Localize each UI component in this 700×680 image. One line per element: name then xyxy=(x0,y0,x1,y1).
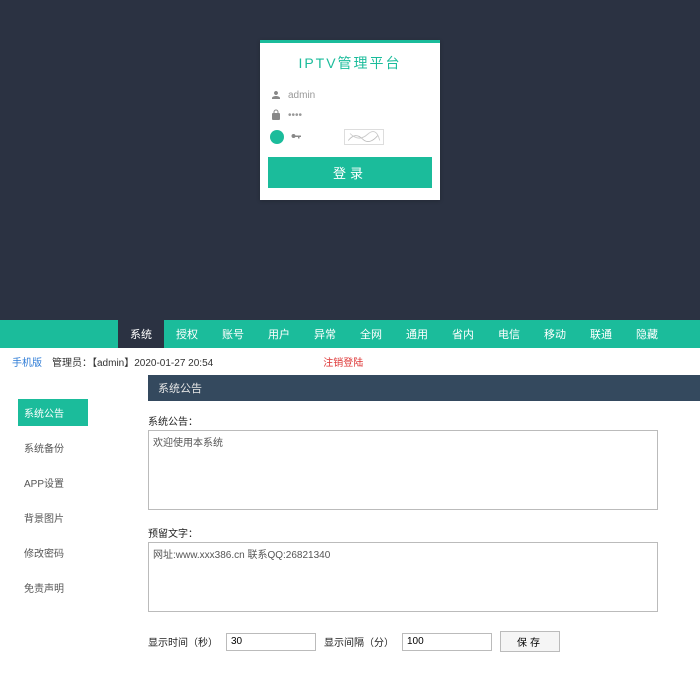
sidebar-item-background[interactable]: 背景图片 xyxy=(18,504,88,531)
sidebar-item-changepw[interactable]: 修改密码 xyxy=(18,539,88,566)
nav-exception[interactable]: 异常 xyxy=(302,320,348,348)
notice-label: 系统公告： xyxy=(148,413,700,428)
panel-header: 系统公告 xyxy=(148,375,700,401)
display-time-label: 显示时间（秒） xyxy=(148,634,218,649)
logout-link[interactable]: 注销登陆 xyxy=(323,354,363,369)
panel-body: 系统公告： 预留文字： 显示时间（秒） 显示间隔（分） 保存 xyxy=(148,401,700,660)
user-icon xyxy=(270,89,282,101)
display-time-input[interactable] xyxy=(226,633,316,651)
mobile-version-link[interactable]: 手机版 xyxy=(12,354,42,369)
main-wrap: 系统公告 系统备份 APP设置 背景图片 修改密码 免责声明 系统公告 系统公告… xyxy=(0,375,700,680)
admin-info-text: 管理员：【admin】2020-01-27 20:54 xyxy=(52,354,213,369)
login-title: IPTV管理平台 xyxy=(260,43,440,85)
nav-telecom[interactable]: 电信 xyxy=(486,320,532,348)
content-panel: 系统公告 系统公告： 预留文字： 显示时间（秒） 显示间隔（分） 保存 xyxy=(148,375,700,660)
nav-user[interactable]: 用户 xyxy=(256,320,302,348)
nav-mobile[interactable]: 移动 xyxy=(532,320,578,348)
reserve-label: 预留文字： xyxy=(148,525,700,540)
key-icon xyxy=(290,131,302,143)
sidebar-item-notice[interactable]: 系统公告 xyxy=(18,399,88,426)
username-input[interactable] xyxy=(288,90,388,101)
nav-general[interactable]: 通用 xyxy=(394,320,440,348)
captcha-image[interactable] xyxy=(344,129,384,145)
top-nav: 系统 授权 账号 用户 异常 全网 通用 省内 电信 移动 联通 隐藏 xyxy=(0,320,700,348)
info-bar: 手机版 管理员：【admin】2020-01-27 20:54 注销登陆 xyxy=(0,348,700,375)
nav-system[interactable]: 系统 xyxy=(118,320,164,348)
login-button[interactable]: 登录 xyxy=(268,157,432,188)
login-card: IPTV管理平台 登录 xyxy=(260,40,440,200)
nav-spacer xyxy=(0,320,118,348)
sidebar-item-backup[interactable]: 系统备份 xyxy=(18,434,88,461)
admin-panel: 系统 授权 账号 用户 异常 全网 通用 省内 电信 移动 联通 隐藏 手机版 … xyxy=(0,320,700,680)
nav-account[interactable]: 账号 xyxy=(210,320,256,348)
lock-icon xyxy=(270,109,282,121)
display-interval-input[interactable] xyxy=(402,633,492,651)
cursor-indicator-icon xyxy=(270,130,284,144)
notice-textarea[interactable] xyxy=(148,430,658,510)
nav-unicom[interactable]: 联通 xyxy=(578,320,624,348)
nav-hidden[interactable]: 隐藏 xyxy=(624,320,670,348)
nav-auth[interactable]: 授权 xyxy=(164,320,210,348)
display-interval-label: 显示间隔（分） xyxy=(324,634,394,649)
nav-allnet[interactable]: 全网 xyxy=(348,320,394,348)
password-input[interactable] xyxy=(288,110,388,121)
sidebar: 系统公告 系统备份 APP设置 背景图片 修改密码 免责声明 xyxy=(18,375,88,601)
password-row xyxy=(260,105,440,125)
captcha-row xyxy=(260,125,440,149)
reserve-textarea[interactable] xyxy=(148,542,658,612)
username-row xyxy=(260,85,440,105)
login-backdrop: IPTV管理平台 登录 xyxy=(0,0,700,320)
sidebar-item-appsettings[interactable]: APP设置 xyxy=(18,469,88,496)
captcha-input[interactable] xyxy=(308,132,338,143)
nav-province[interactable]: 省内 xyxy=(440,320,486,348)
sidebar-item-disclaimer[interactable]: 免责声明 xyxy=(18,574,88,601)
